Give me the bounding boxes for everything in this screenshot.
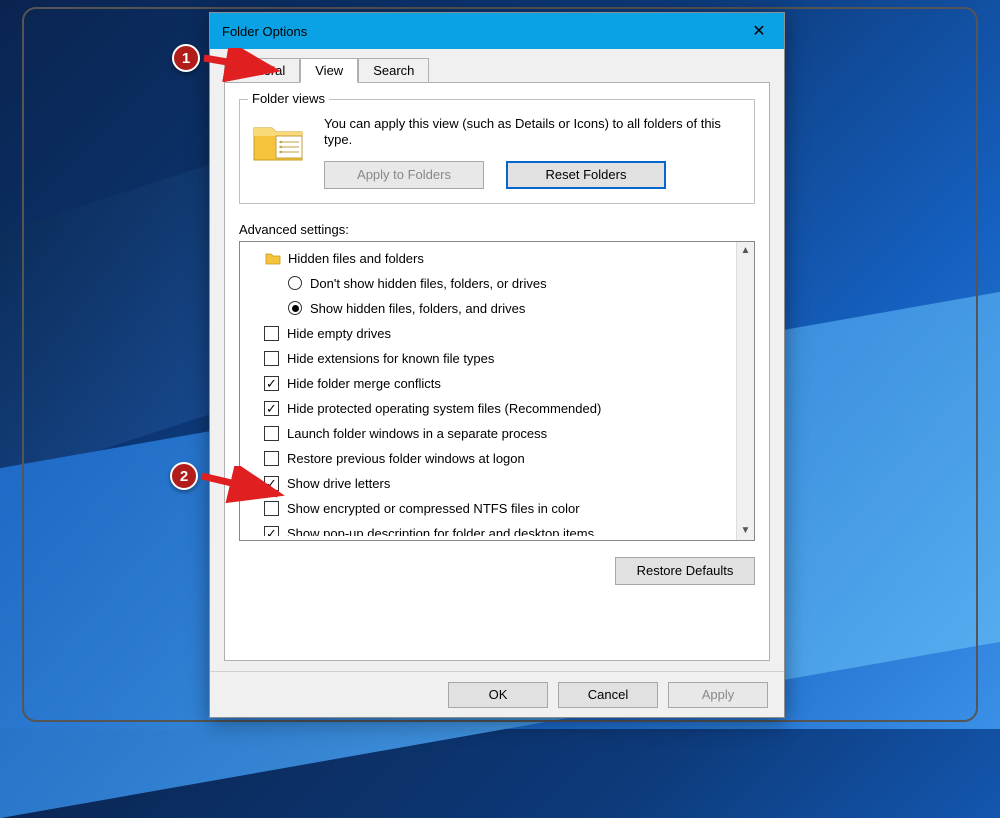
list-item[interactable]: ✓ Hide folder merge conflicts [248,371,754,396]
close-icon: ✕ [752,21,765,41]
list-item[interactable]: Restore previous folder windows at logon [248,446,754,471]
apply-to-folders-button[interactable]: Apply to Folders [324,161,484,189]
annotation-badge-2: 2 [170,462,198,490]
list-item-label: Hidden files and folders [288,251,424,266]
folder-options-dialog: Folder Options ✕ General View Search Fol… [209,12,785,718]
reset-folders-button[interactable]: Reset Folders [506,161,666,189]
tab-search[interactable]: Search [358,58,429,83]
list-item-label: Show hidden files, folders, and drives [310,301,525,316]
close-button[interactable]: ✕ [734,13,784,49]
scrollbar[interactable]: ▲ ▼ [736,242,754,540]
titlebar[interactable]: Folder Options ✕ [210,13,784,49]
list-item-label: Show encrypted or compressed NTFS files … [287,501,580,516]
list-item-label: Restore previous folder windows at logon [287,451,525,466]
checkbox-icon[interactable]: ✓ [264,526,279,536]
cancel-button[interactable]: Cancel [558,682,658,708]
checkbox-icon[interactable] [264,351,279,366]
folder-icon [264,249,282,267]
annotation-badge-1: 1 [172,44,200,72]
annotation-arrow-2 [198,466,294,504]
folder-icon [252,116,308,164]
list-item-label: Hide folder merge conflicts [287,376,441,391]
checkbox-icon[interactable] [264,426,279,441]
checkbox-icon[interactable] [264,451,279,466]
window-title: Folder Options [222,24,734,39]
list-item-label: Hide empty drives [287,326,391,341]
list-item-label: Show pop-up description for folder and d… [287,526,594,536]
list-item[interactable]: Launch folder windows in a separate proc… [248,421,754,446]
scroll-up-icon[interactable]: ▲ [737,242,754,260]
list-item-label: Hide extensions for known file types [287,351,494,366]
list-item[interactable]: Show encrypted or compressed NTFS files … [248,496,754,521]
folder-views-group: Folder views You can apply this view (su… [239,99,755,204]
list-item-label: Don't show hidden files, folders, or dri… [310,276,547,291]
list-item-label: Show drive letters [287,476,390,491]
radio-icon[interactable] [288,276,302,290]
radio-icon[interactable] [288,301,302,315]
tab-view[interactable]: View [300,58,358,83]
checkbox-icon[interactable]: ✓ [264,401,279,416]
list-item[interactable]: Hide extensions for known file types [248,346,754,371]
tab-content-view: Folder views You can apply this view (su… [224,82,770,661]
advanced-settings-label: Advanced settings: [239,222,755,237]
list-item[interactable]: ✓ Show pop-up description for folder and … [248,521,754,536]
restore-defaults-button[interactable]: Restore Defaults [615,557,755,585]
apply-button[interactable]: Apply [668,682,768,708]
checkbox-icon[interactable]: ✓ [264,376,279,391]
list-item[interactable]: ✓ Hide protected operating system files (… [248,396,754,421]
dialog-button-bar: OK Cancel Apply [210,671,784,717]
annotation-arrow-1 [200,48,290,82]
list-item-label: Hide protected operating system files (R… [287,401,601,416]
tab-bar: General View Search [210,49,784,82]
list-item[interactable]: Hidden files and folders [248,246,754,271]
advanced-settings-list[interactable]: Hidden files and folders Don't show hidde… [239,241,755,541]
list-item[interactable]: Don't show hidden files, folders, or dri… [248,271,754,296]
list-item[interactable]: ✓Show drive letters [248,471,754,496]
list-item[interactable]: Hide empty drives [248,321,754,346]
scroll-down-icon[interactable]: ▼ [737,522,754,540]
checkbox-icon[interactable] [264,326,279,341]
list-item[interactable]: Show hidden files, folders, and drives [248,296,754,321]
folder-views-text: You can apply this view (such as Details… [324,116,742,149]
folder-views-legend: Folder views [248,91,329,106]
list-item-label: Launch folder windows in a separate proc… [287,426,547,441]
ok-button[interactable]: OK [448,682,548,708]
